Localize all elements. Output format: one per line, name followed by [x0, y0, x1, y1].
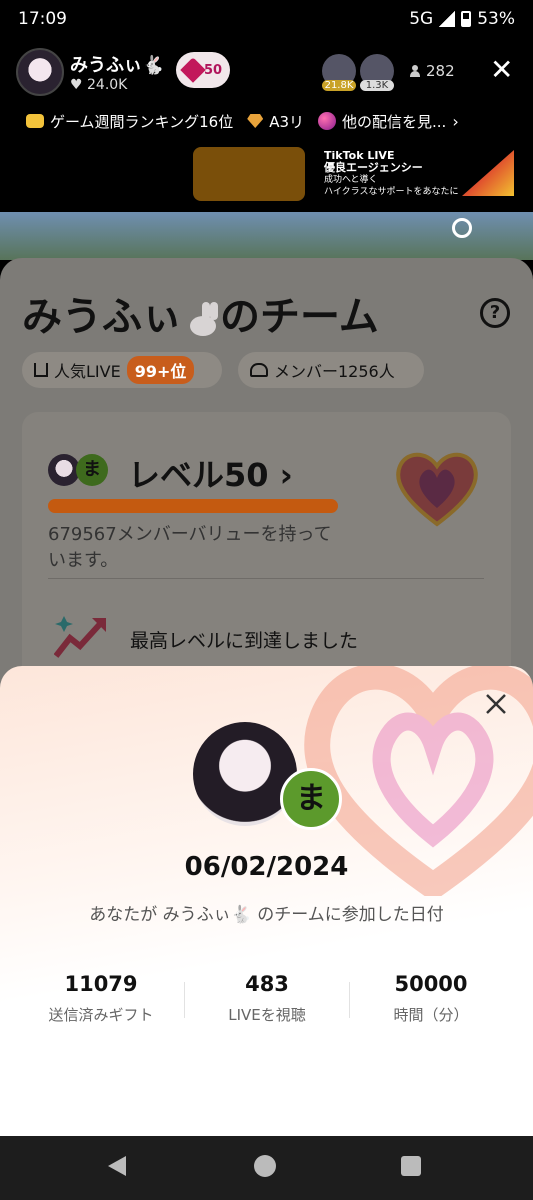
- rabbit-icon: [184, 302, 218, 336]
- host-likes: ♥ 24.0K: [70, 77, 128, 93]
- stat-label: LIVEを視聴: [228, 1006, 306, 1024]
- battery-icon: [461, 11, 472, 27]
- live-header: みうふぃ🐇 ♥ 24.0K 50 21.8K 1.3K 282 ✕: [0, 44, 533, 100]
- status-time: 17:09: [18, 9, 67, 29]
- popular-live-label: 人気LIVE: [54, 362, 121, 381]
- members-chip[interactable]: メンバー1256人: [238, 352, 424, 388]
- stat-divider: [349, 982, 350, 1018]
- close-icon[interactable]: ✕: [490, 54, 513, 86]
- person-icon: [410, 65, 420, 77]
- viewer-badge: 1.3K: [360, 80, 394, 91]
- host-avatar[interactable]: [16, 48, 64, 96]
- stat-value: 11079: [64, 972, 138, 996]
- join-date: 06/02/2024: [184, 852, 349, 882]
- back-icon[interactable]: [108, 1156, 126, 1176]
- network-label: 5G: [409, 9, 434, 29]
- ad-subtitle: 優良エージェンシー: [324, 161, 423, 174]
- close-icon[interactable]: [482, 690, 510, 718]
- team-level-number: 50: [203, 62, 223, 78]
- stat-value: 483: [245, 972, 289, 996]
- gamepad-icon: [26, 114, 44, 128]
- members-label: メンバー1256人: [274, 362, 395, 381]
- stat-live-watched: 483 LIVEを視聴: [187, 972, 347, 1025]
- ad-line: ハイクラスなサポートをあなたに: [324, 187, 459, 197]
- heart-icon: [180, 57, 206, 83]
- chevron-right-icon: ›: [452, 111, 459, 131]
- banner-row: ゲーム週間ランキング16位 A3リ 他の配信を見... ›: [0, 106, 533, 136]
- host-profile[interactable]: みうふぃ🐇 ♥ 24.0K: [16, 48, 164, 96]
- rank-badge: 99+位: [126, 356, 195, 384]
- heart-badge-icon: [396, 452, 478, 527]
- host-info: みうふぃ🐇 ♥ 24.0K: [70, 51, 164, 93]
- status-bar: 17:09 5G 53%: [0, 0, 533, 38]
- ad-text[interactable]: TikTok LIVE 優良エージェンシー 成功へと導く ハイクラスなサポートを…: [324, 150, 458, 198]
- members-icon: [250, 363, 268, 377]
- stat-divider: [184, 982, 185, 1018]
- battery-level: 53%: [477, 9, 515, 29]
- team-title: みうふぃ のチーム: [22, 284, 379, 342]
- viewer-count[interactable]: 282: [410, 62, 455, 80]
- viewer-count-value: 282: [426, 62, 455, 80]
- ranking-banner[interactable]: ゲーム週間ランキング16位: [26, 111, 233, 132]
- user-mini-avatar: ま: [76, 454, 108, 486]
- ad-figure: [462, 150, 514, 196]
- diamond-icon: [247, 114, 264, 128]
- host-name: みうふぃ🐇: [70, 55, 165, 76]
- join-caption: あなたが みうふぃ🐇 のチームに参加した日付: [89, 905, 444, 925]
- stat-label: 送信済みギフト: [48, 1006, 154, 1024]
- league-label: A3リ: [269, 112, 305, 131]
- top-viewer-avatar[interactable]: 1.3K: [360, 54, 394, 91]
- team-level-link[interactable]: レベル50 ›: [128, 450, 293, 496]
- gear-icon[interactable]: [452, 218, 472, 238]
- signal-icon: [439, 11, 456, 27]
- level-progress-bar: [48, 499, 338, 513]
- popular-live-chip[interactable]: 人気LIVE 99+位: [22, 352, 222, 388]
- league-banner[interactable]: A3リ: [247, 111, 304, 132]
- chart-icon: [34, 363, 48, 377]
- ball-icon: [318, 112, 337, 130]
- explore-label: 他の配信を見...: [342, 112, 447, 131]
- home-icon[interactable]: [254, 1155, 276, 1177]
- explore-banner[interactable]: 他の配信を見... ›: [318, 111, 459, 132]
- top-viewer-avatar[interactable]: 21.8K: [322, 54, 356, 91]
- team-level-badge[interactable]: 50: [176, 52, 230, 88]
- recents-icon[interactable]: [401, 1156, 421, 1176]
- status-indicators: 5G 53%: [409, 9, 515, 29]
- ad-line: 成功へと導く: [324, 175, 378, 185]
- ad-image[interactable]: [193, 147, 305, 201]
- stat-value: 50000: [394, 972, 468, 996]
- help-icon[interactable]: ?: [480, 298, 510, 328]
- stat-label: 時間（分）: [393, 1006, 469, 1024]
- viewer-badge: 21.8K: [322, 80, 356, 91]
- trend-up-icon: [54, 616, 106, 658]
- stat-minutes: 50000 時間（分）: [351, 972, 511, 1025]
- team-host-name: みうふぃ: [22, 294, 182, 340]
- top-viewers: 21.8K 1.3K: [322, 54, 394, 91]
- card-divider: [48, 578, 484, 579]
- user-avatar-large: ま: [280, 768, 342, 830]
- team-suffix: のチーム: [220, 294, 379, 340]
- stream-preview: [0, 212, 533, 260]
- max-level-text: 最高レベルに到達しました: [130, 630, 359, 652]
- member-value-text: 679567メンバーバリューを持っています。: [48, 524, 332, 571]
- ranking-label: ゲーム週間ランキング16位: [50, 112, 234, 131]
- stat-gifts: 11079 送信済みギフト: [21, 972, 181, 1025]
